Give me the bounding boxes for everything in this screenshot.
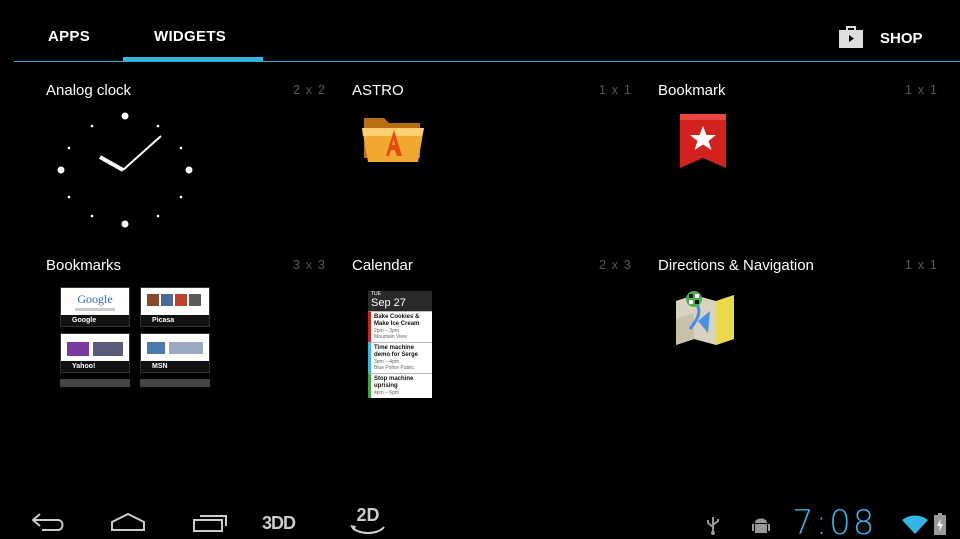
widget-name: Bookmarks xyxy=(46,257,122,274)
widget-size: 1 x 1 xyxy=(904,82,938,97)
widget-directions-navigation[interactable]: Directions & Navigation 1 x 1 xyxy=(658,257,938,427)
bookmark-thumb-partial xyxy=(140,379,210,387)
calendar-date: Sep 27 xyxy=(371,297,406,309)
widget-name: Analog clock xyxy=(46,82,132,99)
calendar-event: Bake Cookies & Make Ice Cream 2pm – 3pm … xyxy=(368,311,432,342)
photo-thumbnail xyxy=(161,294,173,306)
msn-news-image xyxy=(169,342,203,354)
3dd-button[interactable]: 3DD xyxy=(262,513,296,534)
photo-thumbnail xyxy=(147,294,159,306)
widget-name: Calendar xyxy=(352,257,413,274)
rotate-arrows-icon xyxy=(350,525,385,534)
system-navigation-bar: 3DD 2D 7:08 xyxy=(6,501,960,539)
bookmark-thumb-partial xyxy=(60,379,130,387)
tab-apps[interactable]: APPS xyxy=(48,28,90,45)
widget-astro[interactable]: ASTRO 1 x 1 xyxy=(352,82,632,252)
widget-calendar[interactable]: Calendar 2 x 3 TUE Sep 27 Bake Cookies &… xyxy=(352,257,632,427)
widget-size: 2 x 3 xyxy=(598,257,632,272)
bookmark-star-icon xyxy=(680,114,726,173)
status-clock: 7:08 xyxy=(792,503,877,539)
calendar-event: Stop machine uprising 4pm – 6pm xyxy=(368,373,432,398)
calendar-header: TUE Sep 27 xyxy=(368,291,432,311)
event-title: Bake Cookies & Make Ice Cream xyxy=(374,314,420,327)
bookmark-thumb-msn: MSN xyxy=(140,333,210,373)
widget-size: 3 x 3 xyxy=(292,257,326,272)
calendar-event: Time machine demo for Serge 3pm – 4pm Bl… xyxy=(368,342,432,373)
top-tab-bar: APPS WIDGETS SHOP xyxy=(6,6,960,62)
analog-clock-preview xyxy=(50,104,200,229)
navigation-map-icon xyxy=(672,289,738,352)
shopping-bag-icon xyxy=(838,24,864,53)
3dd-icon: 3DD xyxy=(262,513,296,533)
thumb-label: Picasa xyxy=(141,315,209,326)
widget-bookmark[interactable]: Bookmark 1 x 1 xyxy=(658,82,938,252)
thumb-label: Google xyxy=(61,315,129,326)
widget-analog-clock[interactable]: Analog clock 2 x 2 xyxy=(46,82,326,252)
widget-bookmarks[interactable]: Bookmarks 3 x 3 Google Google Picasa Yah… xyxy=(46,257,326,427)
home-button[interactable] xyxy=(108,511,148,538)
tab-divider xyxy=(14,61,960,62)
widget-size: 2 x 2 xyxy=(292,82,326,97)
google-logo: Google xyxy=(77,292,113,306)
yahoo-news-image xyxy=(93,342,123,356)
home-icon xyxy=(111,512,145,531)
yahoo-banner xyxy=(67,342,89,356)
tab-widgets[interactable]: WIDGETS xyxy=(154,28,226,45)
bookmarks-preview: Google Google Picasa Yahoo! MSN xyxy=(60,287,212,391)
launcher-screen: APPS WIDGETS SHOP Analog clock 2 x 2 AST… xyxy=(6,6,960,539)
event-place: Mountain View xyxy=(374,334,407,340)
2d-button[interactable]: 2D xyxy=(348,505,388,535)
event-title: Stop machine uprising xyxy=(374,376,414,389)
event-title: Time machine demo for Serge xyxy=(374,345,419,358)
thumb-label: MSN xyxy=(141,361,209,372)
shop-button[interactable]: SHOP xyxy=(838,24,923,53)
recent-apps-button[interactable] xyxy=(190,511,230,538)
widget-name: Bookmark xyxy=(658,82,726,99)
recent-apps-icon xyxy=(193,515,227,532)
widget-size: 1 x 1 xyxy=(598,82,632,97)
analog-clock-icon xyxy=(57,112,193,228)
battery-icon xyxy=(934,513,946,539)
search-box-shape xyxy=(75,308,115,311)
widget-name: Directions & Navigation xyxy=(658,257,814,274)
bookmark-thumb-yahoo: Yahoo! xyxy=(60,333,130,373)
widget-name: ASTRO xyxy=(352,82,404,99)
wifi-icon xyxy=(902,515,928,539)
astro-folder-icon xyxy=(360,108,426,169)
bookmark-thumb-picasa: Picasa xyxy=(140,287,210,327)
widget-size: 1 x 1 xyxy=(904,257,938,272)
shop-label: SHOP xyxy=(880,29,923,47)
photo-thumbnail xyxy=(189,294,201,306)
android-debug-icon xyxy=(752,515,770,539)
event-time: 4pm – 6pm xyxy=(374,390,400,396)
photo-thumbnail xyxy=(175,294,187,306)
bookmark-thumb-google: Google Google xyxy=(60,287,130,327)
usb-icon xyxy=(706,515,720,539)
back-icon xyxy=(31,513,64,531)
calendar-preview: TUE Sep 27 Bake Cookies & Make Ice Cream… xyxy=(368,291,432,398)
msn-news-image xyxy=(147,342,165,354)
thumb-label: Yahoo! xyxy=(61,361,129,372)
event-place: Blue Police Public xyxy=(374,365,415,371)
back-button[interactable] xyxy=(28,511,68,538)
2d-icon: 2D xyxy=(356,505,380,525)
